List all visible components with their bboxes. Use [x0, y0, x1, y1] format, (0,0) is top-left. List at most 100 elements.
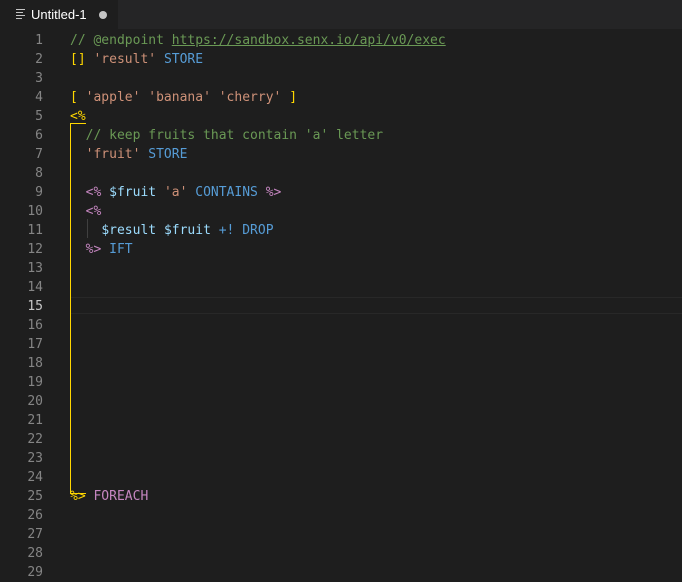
- code-line[interactable]: 25 %> FOREACH: [0, 487, 682, 506]
- code-line[interactable]: 22: [0, 430, 682, 449]
- line-number: 11: [27, 223, 43, 238]
- code-line[interactable]: 5 <%: [0, 107, 682, 126]
- code-editor[interactable]: 1 // @endpoint https://sandbox.senx.io/ap…: [0, 29, 682, 582]
- code-line[interactable]: 2 [] 'result' STORE: [0, 50, 682, 69]
- code-token: 'cherry': [218, 90, 282, 105]
- line-number: 24: [27, 470, 43, 485]
- line-number: 16: [27, 318, 43, 333]
- unsaved-dot-icon[interactable]: [99, 11, 107, 19]
- code-line[interactable]: 19: [0, 373, 682, 392]
- line-number: 5: [35, 109, 43, 124]
- code-line[interactable]: 6 // keep fruits that contain 'a' letter: [0, 126, 682, 145]
- line-number: 26: [27, 508, 43, 523]
- line-number: 7: [35, 147, 43, 162]
- code-text: <%: [70, 202, 102, 221]
- line-number: 1: [35, 33, 43, 48]
- code-token: <%: [85, 185, 102, 200]
- code-line[interactable]: 16: [0, 316, 682, 335]
- code-line[interactable]: 20: [0, 392, 682, 411]
- code-line[interactable]: 21: [0, 411, 682, 430]
- code-line[interactable]: 29: [0, 563, 682, 582]
- code-token: <%: [70, 109, 86, 124]
- code-token: // keep fruits that contain 'a' letter: [70, 128, 384, 143]
- code-token: DROP: [242, 223, 274, 238]
- code-line[interactable]: 4 [ 'apple' 'banana' 'cherry' ]: [0, 88, 682, 107]
- line-number: 19: [27, 375, 43, 390]
- code-line[interactable]: 27: [0, 525, 682, 544]
- code-text: [] 'result' STORE: [70, 50, 203, 69]
- code-text: // @endpoint https://sandbox.senx.io/api…: [70, 31, 446, 50]
- line-number: 9: [35, 185, 43, 200]
- code-line[interactable]: 10 <%: [0, 202, 682, 221]
- line-number: 25: [27, 489, 43, 504]
- line-number: 6: [35, 128, 43, 143]
- code-text: %> IFT: [70, 240, 133, 259]
- line-number: 13: [27, 261, 43, 276]
- tab-bar: Untitled-1: [0, 0, 682, 29]
- code-line[interactable]: 13: [0, 259, 682, 278]
- code-token: ]: [289, 90, 298, 105]
- code-token: 'result': [93, 52, 157, 67]
- code-token: // @endpoint: [70, 33, 172, 48]
- code-token: $fruit: [109, 185, 157, 200]
- code-text: // keep fruits that contain 'a' letter: [70, 126, 383, 145]
- line-number: 15: [27, 299, 43, 314]
- line-number: 28: [27, 546, 43, 561]
- code-token: STORE: [148, 147, 188, 162]
- code-line[interactable]: 12 %> IFT: [0, 240, 682, 259]
- code-line[interactable]: 1 // @endpoint https://sandbox.senx.io/ap…: [0, 31, 682, 50]
- code-token: IFT: [109, 242, 133, 257]
- code-token: %>: [85, 242, 102, 257]
- code-text: <% $fruit 'a' CONTAINS %>: [70, 183, 282, 202]
- code-token: %>: [70, 489, 86, 504]
- line-number: 10: [27, 204, 43, 219]
- file-lines-icon: [16, 9, 25, 19]
- line-number: 22: [27, 432, 43, 447]
- line-number: 4: [35, 90, 43, 105]
- code-line[interactable]: 23: [0, 449, 682, 468]
- code-text: 'fruit' STORE: [70, 145, 188, 164]
- code-token: <%: [85, 204, 102, 219]
- code-token: []: [70, 52, 86, 67]
- code-token: $result: [101, 223, 157, 238]
- code-line[interactable]: 24: [0, 468, 682, 487]
- code-line[interactable]: 14: [0, 278, 682, 297]
- code-line[interactable]: 9 <% $fruit 'a' CONTAINS %>: [0, 183, 682, 202]
- code-token: +!: [218, 223, 235, 238]
- line-number: 3: [35, 71, 43, 86]
- code-token: $fruit: [163, 223, 211, 238]
- code-line[interactable]: 11 $result $fruit +! DROP: [0, 221, 682, 240]
- code-line[interactable]: 26: [0, 506, 682, 525]
- code-line[interactable]: 18: [0, 354, 682, 373]
- code-line[interactable]: 8: [0, 164, 682, 183]
- line-number: 29: [27, 565, 43, 580]
- line-number: 12: [27, 242, 43, 257]
- code-line[interactable]: 7 'fruit' STORE: [0, 145, 682, 164]
- code-token: FOREACH: [93, 489, 149, 504]
- code-token: CONTAINS: [195, 185, 258, 200]
- code-token: STORE: [163, 52, 204, 67]
- code-line[interactable]: 17: [0, 335, 682, 354]
- line-number: 23: [27, 451, 43, 466]
- tab-untitled-1[interactable]: Untitled-1: [0, 0, 118, 29]
- tab-title: Untitled-1: [31, 7, 87, 22]
- code-line[interactable]: 28: [0, 544, 682, 563]
- code-line[interactable]: 3: [0, 69, 682, 88]
- code-line[interactable]: 15: [0, 297, 682, 316]
- code-token: %>: [265, 185, 282, 200]
- endpoint-link[interactable]: https://sandbox.senx.io/api/v0/exec: [172, 33, 446, 48]
